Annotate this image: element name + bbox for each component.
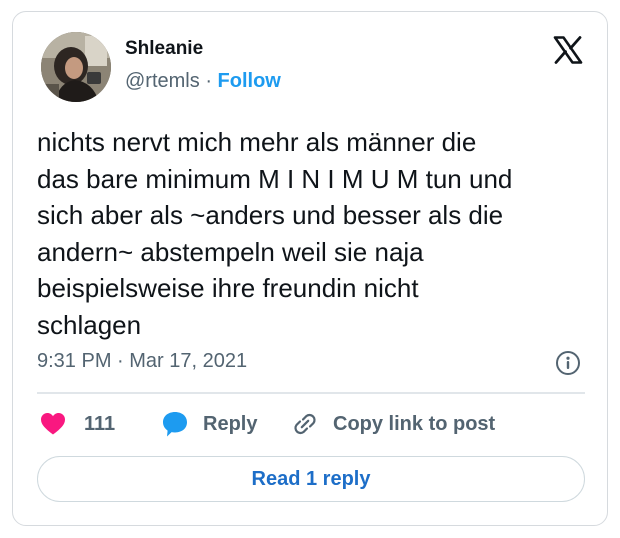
copy-link-button[interactable]: Copy link to post xyxy=(291,409,495,439)
like-button[interactable]: 111 xyxy=(40,409,115,439)
reply-label: Reply xyxy=(203,412,258,435)
copy-link-label: Copy link to post xyxy=(333,412,496,435)
read-replies-button[interactable]: Read 1 reply xyxy=(37,456,585,502)
tweet-card: Shleanie @rtemls · Follow nichts nervt m… xyxy=(12,11,608,526)
avatar[interactable] xyxy=(41,32,111,102)
handle-separator: · xyxy=(205,70,212,92)
author-handle[interactable]: @rtemls xyxy=(125,70,200,92)
read-replies-label: Read 1 reply xyxy=(251,467,371,490)
tweet-timestamp[interactable]: 9:31 PM · Mar 17, 2021 xyxy=(37,350,247,373)
speech-bubble-icon xyxy=(163,412,187,437)
link-icon xyxy=(294,413,316,435)
info-icon[interactable] xyxy=(555,350,581,376)
divider xyxy=(37,392,585,394)
avatar-photo xyxy=(41,32,111,102)
author-display-name[interactable]: Shleanie xyxy=(125,38,203,60)
author-handle-row: @rtemls · Follow xyxy=(125,70,281,93)
heart-icon xyxy=(41,413,65,435)
like-count: 111 xyxy=(84,412,116,435)
tweet-text: nichts nervt mich mehr als männer die da… xyxy=(37,127,513,340)
reply-button[interactable]: Reply xyxy=(161,409,257,439)
x-logo-icon[interactable] xyxy=(553,36,583,64)
follow-link[interactable]: Follow xyxy=(218,70,281,92)
